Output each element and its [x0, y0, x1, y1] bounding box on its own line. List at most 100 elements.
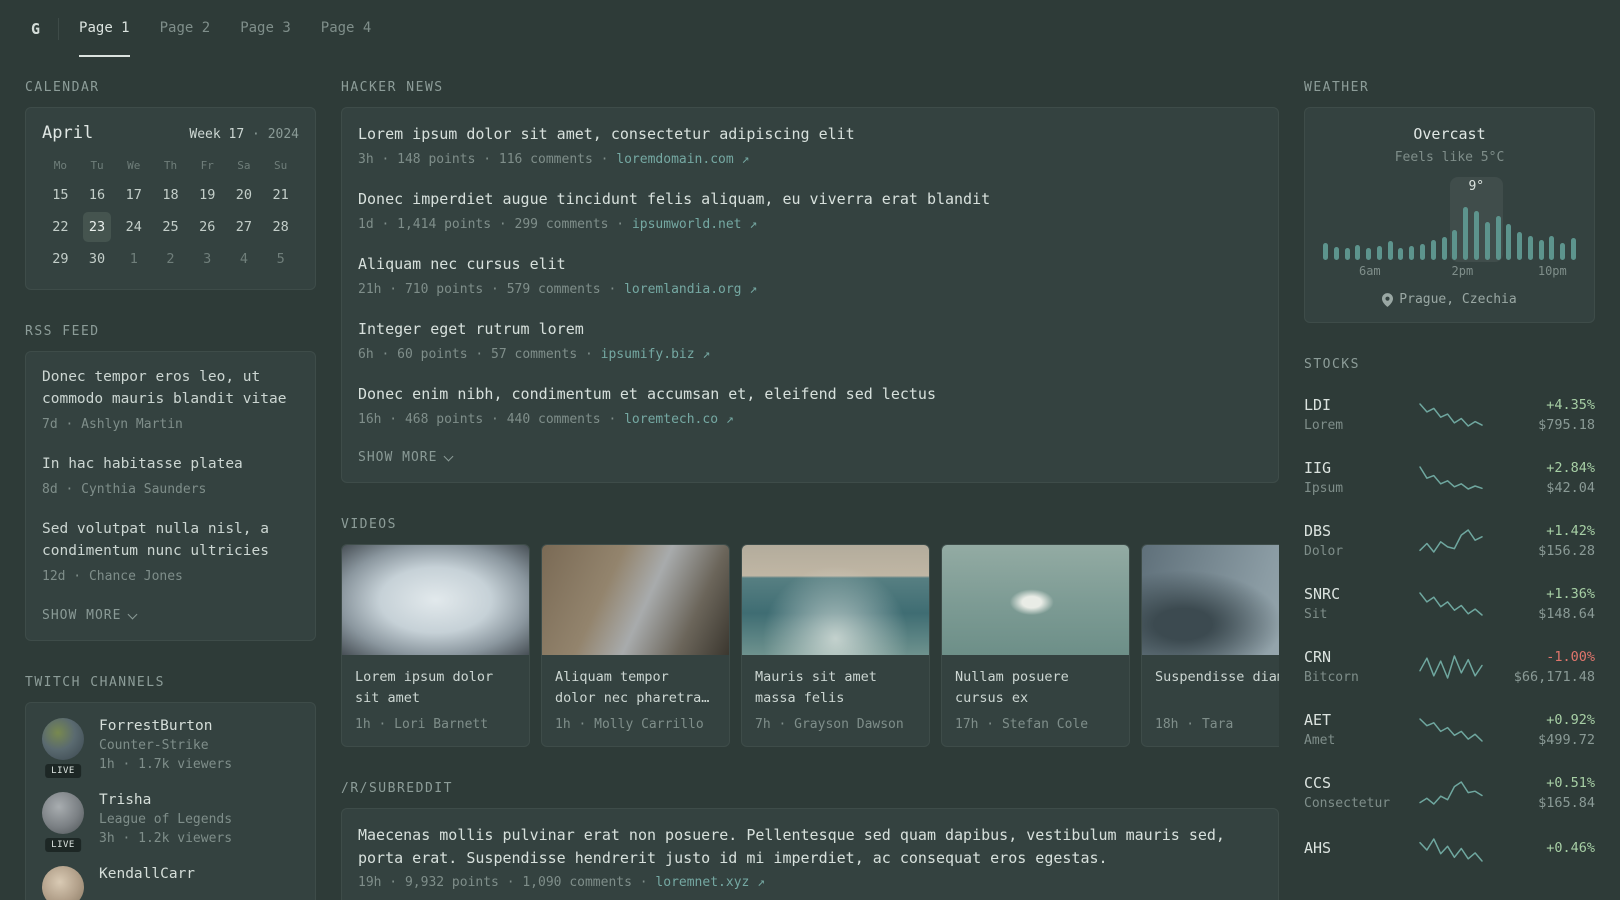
hn-item-domain-link[interactable]: loremdomain.com ↗ [616, 152, 749, 167]
stock-price: $66,171.48 [1513, 668, 1595, 685]
stock-row[interactable]: CCS Consectetur +0.51% $165.84 [1304, 762, 1595, 823]
hn-item-title[interactable]: Donec imperdiet augue tincidunt felis al… [358, 188, 1262, 211]
stock-row[interactable]: AHS +0.46% [1304, 825, 1595, 875]
video-meta: 7h · Grayson Dawson [755, 717, 904, 732]
calendar-day: 26 [199, 219, 216, 235]
video-card[interactable]: Aliquam tempor dolor nec pharetra… 1h · … [541, 544, 730, 747]
weather-bar [1549, 235, 1555, 260]
video-card[interactable]: Suspendisse diam 18h · Tara [1141, 544, 1279, 747]
calendar-day: 22 [52, 219, 69, 235]
video-card[interactable]: Mauris sit amet massa felis 7h · Grayson… [741, 544, 930, 747]
video-title[interactable]: Lorem ipsum dolor sit amet consectetu… [355, 667, 516, 709]
stock-values: +0.92% $499.72 [1499, 712, 1595, 748]
stock-sparkline [1402, 780, 1499, 806]
rss-show-more-button[interactable]: SHOW MORE [42, 606, 138, 625]
stock-row[interactable]: DBS Dolor +1.42% $156.28 [1304, 510, 1595, 571]
rss-item-title[interactable]: Sed volutpat nulla nisl, a condimentum n… [42, 519, 299, 563]
hn-item-title[interactable]: Lorem ipsum dolor sit amet, consectetur … [358, 123, 1262, 146]
stock-ticker: SNRC [1304, 585, 1341, 603]
weather-time-label: 6am [1358, 264, 1381, 278]
stock-ticker: AHS [1304, 839, 1332, 857]
weather-time-label: 2pm [1451, 264, 1474, 278]
twitch-channel-name[interactable]: ForrestBurton [99, 718, 232, 734]
video-thumbnail[interactable] [1142, 545, 1279, 655]
logo[interactable]: G [25, 20, 50, 38]
weather-widget: WEATHER Overcast Feels like 5°C 9° 6am 2p… [1304, 80, 1595, 323]
subreddit-post-stats: 19h · 9,932 points · 1,090 comments · [358, 875, 648, 890]
stock-row[interactable]: SNRC Sit +1.36% $148.64 [1304, 573, 1595, 634]
nav-divider [58, 17, 60, 40]
stock-values: +0.46% [1499, 840, 1595, 860]
weather-chart: 9° 6am 2pm 10pm [1321, 177, 1578, 279]
hn-item-domain-link[interactable]: ipsumworld.net ↗ [632, 217, 757, 232]
calendar-year: 2024 [267, 127, 299, 142]
subreddit-post-meta: 19h · 9,932 points · 1,090 comments · lo… [358, 873, 1262, 893]
twitch-channel[interactable]: LIVE ForrestBurton Counter-Strike 1h · 1… [42, 718, 299, 779]
nav-tab[interactable]: Page 4 [321, 0, 372, 57]
subreddit-post-domain-link[interactable]: loremnet.xyz ↗ [655, 875, 765, 890]
rss-item-title[interactable]: Donec tempor eros leo, ut commodo mauris… [42, 367, 299, 411]
rss-item-title[interactable]: In hac habitasse platea [42, 454, 299, 476]
twitch-channel-info: ForrestBurton Counter-Strike 1h · 1.7k v… [99, 718, 232, 772]
rss-item-meta: 12d · Chance Jones [42, 568, 183, 584]
top-nav: G Page 1 Page 2 Page 3 Page 4 [25, 0, 1595, 57]
avatar-wrap: LIVE [42, 866, 84, 900]
stock-row[interactable]: IIG Ipsum +2.84% $42.04 [1304, 447, 1595, 508]
stock-info: SNRC Sit [1304, 585, 1402, 622]
video-body: Suspendisse diam 18h · Tara [1142, 655, 1279, 746]
weather-bar [1323, 242, 1328, 260]
hn-item-domain: ipsumify.biz [600, 346, 695, 362]
stock-row[interactable]: CRN Bitcorn -1.00% $66,171.48 [1304, 636, 1595, 697]
live-badge: LIVE [45, 838, 81, 853]
weather-bar [1473, 211, 1479, 260]
weather-bar [1452, 229, 1458, 260]
video-thumbnail[interactable] [942, 545, 1129, 655]
stock-info: DBS Dolor [1304, 522, 1402, 559]
video-title[interactable]: Suspendisse diam [1155, 667, 1279, 709]
video-card[interactable]: Lorem ipsum dolor sit amet consectetu… 1… [341, 544, 530, 747]
stock-change: +2.84% [1546, 459, 1595, 476]
hn-item-domain-link[interactable]: ipsumify.biz ↗ [601, 347, 711, 362]
nav-tab[interactable]: Page 3 [240, 0, 291, 57]
calendar-week-label: Week 17 · 2024 [189, 127, 299, 142]
hn-show-more-button[interactable]: SHOW MORE [358, 448, 454, 467]
stock-name: Amet [1304, 733, 1336, 748]
stock-change: +0.92% [1546, 711, 1595, 728]
hn-item-domain-link[interactable]: loremlandia.org ↗ [624, 282, 757, 297]
twitch-channel-info: Trisha League of Legends 3h · 1.2k viewe… [99, 792, 232, 846]
stock-sparkline [1402, 837, 1499, 863]
video-thumbnail[interactable] [542, 545, 729, 655]
avatar-wrap: LIVE [42, 718, 84, 779]
video-card[interactable]: Nullam posuere cursus ex 17h · Stefan Co… [941, 544, 1130, 747]
video-thumbnail[interactable] [742, 545, 929, 655]
hn-item-title[interactable]: Donec enim nibh, condimentum et accumsan… [358, 383, 1262, 406]
weather-bar [1430, 240, 1436, 260]
videos-widget: VIDEOS Lorem ipsum dolor sit amet consec… [341, 517, 1279, 747]
hn-item-title[interactable]: Aliquam nec cursus elit [358, 253, 1262, 276]
chevron-down-icon [444, 451, 454, 461]
video-title[interactable]: Aliquam tempor dolor nec pharetra… [555, 667, 716, 709]
stock-row[interactable]: LDI Lorem +4.35% $795.18 [1304, 384, 1595, 445]
twitch-channel-name[interactable]: Trisha [99, 792, 232, 808]
hn-item-domain-link[interactable]: loremtech.co ↗ [624, 412, 734, 427]
calendar-day: 17 [125, 187, 142, 203]
subreddit-post-title[interactable]: Maecenas mollis pulvinar erat non posuer… [358, 824, 1262, 869]
nav-tab[interactable]: Page 2 [160, 0, 211, 57]
twitch-channel-name[interactable]: KendallCarr [99, 866, 195, 882]
stock-name: Sit [1304, 607, 1328, 622]
hacker-news-header: HACKER NEWS [341, 80, 444, 95]
twitch-channel[interactable]: LIVE KendallCarr [42, 866, 299, 900]
rss-item: Donec tempor eros leo, ut commodo mauris… [42, 367, 299, 434]
video-thumbnail[interactable] [342, 545, 529, 655]
rss-header: RSS FEED [25, 324, 100, 339]
stocks-header: STOCKS [1304, 357, 1360, 372]
calendar-day-name: Sa [237, 159, 251, 172]
stock-row[interactable]: AET Amet +0.92% $499.72 [1304, 699, 1595, 760]
video-title[interactable]: Nullam posuere cursus ex [955, 667, 1116, 709]
stock-info: IIG Ipsum [1304, 459, 1402, 496]
nav-tab[interactable]: Page 1 [79, 0, 130, 57]
twitch-channel[interactable]: LIVE Trisha League of Legends 3h · 1.2k … [42, 792, 299, 853]
hn-item-title[interactable]: Integer eget rutrum lorem [358, 318, 1262, 341]
stock-ticker: CCS [1304, 774, 1332, 792]
video-title[interactable]: Mauris sit amet massa felis [755, 667, 916, 709]
